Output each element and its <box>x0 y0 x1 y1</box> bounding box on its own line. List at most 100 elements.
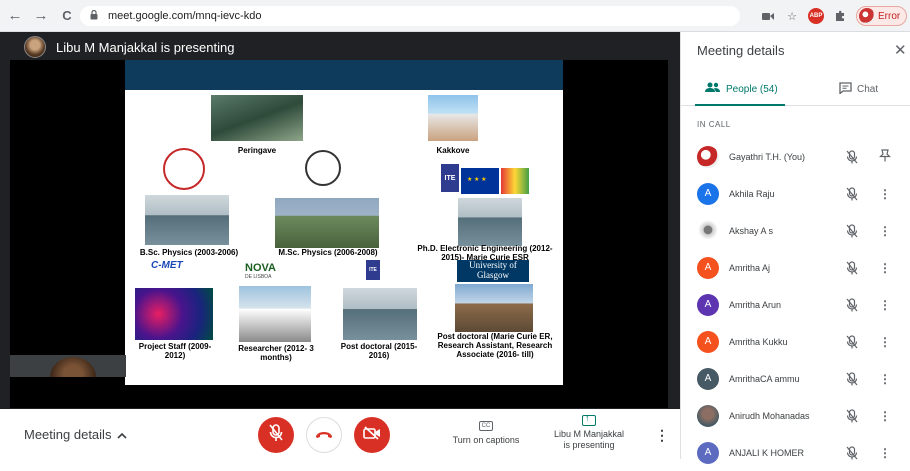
chat-icon <box>839 82 852 97</box>
mic-off-icon[interactable] <box>845 297 859 312</box>
in-call-heading: IN CALL <box>697 120 731 129</box>
participant-row[interactable]: A Akhila Raju ⋮ <box>681 175 910 212</box>
participant-name: AmrithaCA ammu <box>729 373 800 384</box>
mic-off-icon <box>268 423 284 447</box>
extensions-puzzle-icon[interactable] <box>832 8 848 24</box>
mic-off-icon[interactable] <box>845 334 859 349</box>
postdoc-ite-photo <box>343 288 417 340</box>
panel-title: Meeting details <box>697 43 785 58</box>
mic-off-icon[interactable] <box>845 149 859 164</box>
presentation-slide: Peringave Kakkove ITE B.Sc. Physics (200… <box>125 60 563 385</box>
participant-avatar: A <box>697 182 719 205</box>
meeting-details-button[interactable]: Meeting details <box>24 427 128 442</box>
mic-toggle-button[interactable] <box>258 417 294 453</box>
presenter-avatar <box>24 36 46 58</box>
participant-row[interactable]: A Amritha Arun ⋮ <box>681 286 910 323</box>
cmet-logo: C-MET <box>151 260 183 271</box>
adblock-extension-icon[interactable]: ABP <box>808 8 824 24</box>
forward-arrow-icon[interactable]: → <box>30 5 52 27</box>
chevron-up-icon <box>117 427 128 442</box>
phd-institute-photo <box>458 198 522 246</box>
ite-logo-small: ITE <box>366 260 380 280</box>
participant-avatar: A <box>697 330 719 353</box>
glasgow-logo: University of Glasgow <box>457 260 529 282</box>
close-icon[interactable]: ✕ <box>894 41 907 59</box>
participant-name: Amritha Aj <box>729 262 771 273</box>
participant-row[interactable]: Anirudh Mohanadas ⋮ <box>681 397 910 434</box>
more-options-icon[interactable]: ⋮ <box>655 427 669 444</box>
eu-flag-logo <box>461 168 499 194</box>
back-arrow-icon[interactable]: ← <box>4 5 26 27</box>
bsc-label: B.Sc. Physics (2003-2006) <box>139 248 239 257</box>
profile-error-button[interactable]: Error <box>856 6 908 26</box>
participant-row[interactable]: Gayathri T.H. (You) <box>681 138 910 175</box>
mic-off-icon[interactable] <box>845 186 859 201</box>
participant-row[interactable]: A Amritha Aj ⋮ <box>681 249 910 286</box>
present-screen-icon <box>582 413 596 426</box>
presenter-title: Libu M Manjakkal is presenting <box>56 39 235 55</box>
participant-row[interactable]: Akshay A s ⋮ <box>681 212 910 249</box>
tab-chat[interactable]: Chat <box>839 82 878 97</box>
reload-icon[interactable]: C <box>56 5 78 27</box>
address-bar[interactable]: meet.google.com/mnq-ievc-kdo <box>80 6 740 26</box>
peringave-photo <box>211 95 303 141</box>
camera-toggle-button[interactable] <box>354 417 390 453</box>
lock-icon <box>90 9 102 23</box>
mic-off-icon[interactable] <box>845 371 859 386</box>
camera-off-icon <box>363 425 381 445</box>
presenting-status-button[interactable]: Libu M Manjakkal is presenting <box>553 413 625 451</box>
meeting-details-panel: Meeting details ✕ People (54) Chat IN CA… <box>680 32 910 464</box>
mic-off-icon[interactable] <box>845 445 859 460</box>
participant-avatar: A <box>697 256 719 279</box>
profile-error-label: Error <box>878 10 901 22</box>
participant-name: Gayathri T.H. (You) <box>729 151 806 162</box>
participant-name: Akshay A s <box>729 225 774 236</box>
participant-name: Amritha Arun <box>729 299 782 310</box>
ite-logo: ITE <box>441 164 459 192</box>
captions-label: Turn on captions <box>452 435 520 445</box>
mic-off-icon[interactable] <box>845 408 859 423</box>
project-staff-label: Project Staff (2009-2012) <box>138 342 212 360</box>
participant-row[interactable]: A ANJALI K HOMER ⋮ <box>681 434 910 471</box>
mic-off-icon[interactable] <box>845 223 859 238</box>
tab-people[interactable]: People (54) <box>705 82 778 96</box>
more-vertical-icon[interactable]: ⋮ <box>879 372 891 386</box>
glasgow-university-photo <box>455 284 533 332</box>
more-vertical-icon[interactable]: ⋮ <box>879 298 891 312</box>
researcher-photo <box>239 286 311 342</box>
bookmark-star-icon[interactable]: ☆ <box>784 8 800 24</box>
more-vertical-icon[interactable]: ⋮ <box>879 261 891 275</box>
slide-header-band <box>125 60 563 90</box>
participant-list: Gayathri T.H. (You) A Akhila Raju ⋮ Akshay A… <box>681 138 910 471</box>
msc-label: M.Sc. Physics (2006-2008) <box>278 248 378 257</box>
participant-name: Akhila Raju <box>729 188 775 199</box>
participant-avatar: A <box>697 441 719 464</box>
self-video-figure <box>50 357 96 377</box>
participant-row[interactable]: A Amritha Kukku ⋮ <box>681 323 910 360</box>
turn-on-captions-button[interactable]: CC Turn on captions <box>450 421 522 445</box>
participant-name: ANJALI K HOMER <box>729 447 805 458</box>
leave-call-button[interactable] <box>306 417 342 453</box>
nova-logo-text: NOVA <box>245 262 276 274</box>
more-vertical-icon[interactable]: ⋮ <box>879 446 891 460</box>
msc-university-photo <box>275 198 379 248</box>
mic-off-icon[interactable] <box>845 260 859 275</box>
browser-toolbar: ← → C meet.google.com/mnq-ievc-kdo ☆ ABP… <box>0 0 910 32</box>
participant-avatar: A <box>697 367 719 390</box>
self-view-thumbnail[interactable] <box>10 355 126 377</box>
presenter-header: Libu M Manjakkal is presenting <box>0 32 680 62</box>
more-vertical-icon[interactable]: ⋮ <box>879 409 891 423</box>
researcher-label: Researcher (2012- 3 months) <box>238 344 314 362</box>
meeting-controls-bar: Meeting details CC Turn on captions Libu… <box>0 409 680 459</box>
camera-indicator-icon[interactable] <box>760 8 776 24</box>
more-vertical-icon[interactable]: ⋮ <box>879 187 891 201</box>
more-vertical-icon[interactable]: ⋮ <box>879 224 891 238</box>
participant-avatar <box>697 219 719 242</box>
active-tab-indicator <box>695 104 785 106</box>
kakkove-label: Kakkove <box>436 146 470 155</box>
bsc-college-photo <box>145 195 229 245</box>
university-calicut-seal <box>163 148 205 190</box>
more-vertical-icon[interactable]: ⋮ <box>879 335 891 349</box>
pin-icon[interactable] <box>879 148 891 165</box>
participant-row[interactable]: A AmrithaCA ammu ⋮ <box>681 360 910 397</box>
